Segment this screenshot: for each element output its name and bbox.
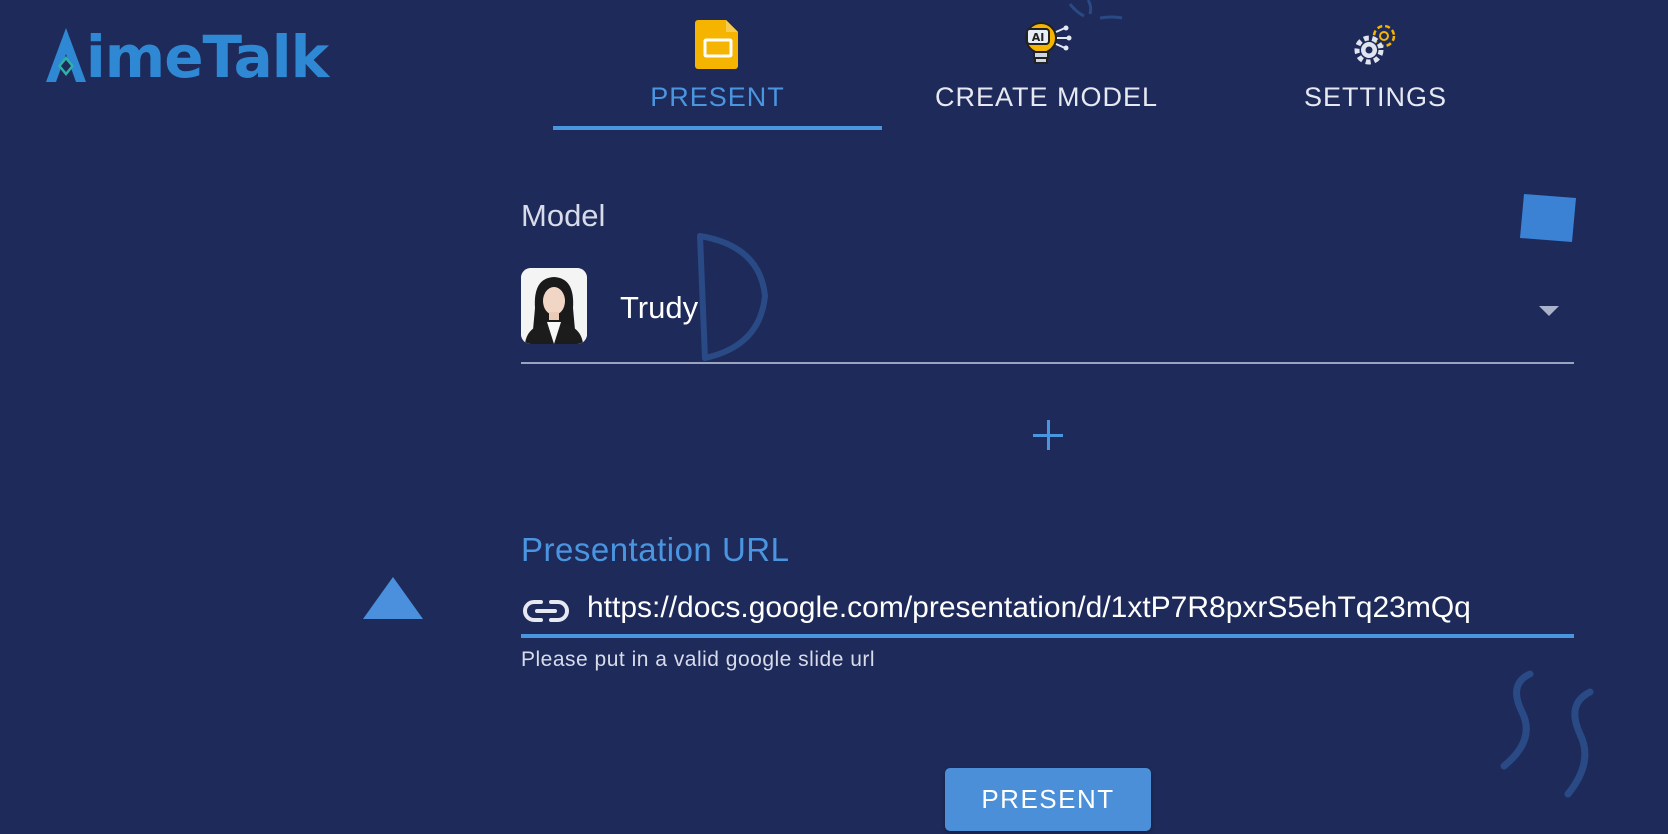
tab-create-model-label: CREATE MODEL bbox=[934, 82, 1159, 112]
presentation-url-input[interactable] bbox=[587, 586, 1574, 630]
model-select[interactable]: Trudy bbox=[521, 266, 1574, 364]
slides-icon bbox=[694, 20, 738, 69]
model-avatar bbox=[521, 268, 587, 344]
presentation-url-label: Presentation URL bbox=[521, 531, 790, 568]
decorative-square-shape bbox=[1520, 194, 1576, 242]
selected-model-name: Trudy bbox=[620, 290, 699, 325]
url-field-underline bbox=[521, 634, 1574, 638]
presentation-url-field[interactable] bbox=[521, 586, 1574, 638]
chevron-down-icon[interactable] bbox=[1539, 306, 1559, 316]
decorative-sparkle-icon bbox=[1068, 0, 1123, 20]
model-label: Model bbox=[521, 198, 606, 233]
active-tab-indicator bbox=[553, 126, 882, 130]
decorative-squiggle-shape bbox=[1500, 670, 1594, 798]
logo-a-mark-icon bbox=[46, 28, 86, 82]
tab-present-label: PRESENT bbox=[650, 82, 785, 112]
model-select-underline bbox=[521, 362, 1574, 364]
tab-create-model[interactable]: AI CREATE MODEL bbox=[882, 0, 1211, 134]
gears-icon bbox=[1354, 24, 1395, 65]
tab-present[interactable]: PRESENT bbox=[553, 0, 882, 134]
tab-settings[interactable]: SETTINGS bbox=[1211, 0, 1540, 134]
url-helper-text: Please put in a valid google slide url bbox=[521, 648, 876, 671]
svg-text:AI: AI bbox=[1031, 31, 1044, 44]
tab-settings-label: SETTINGS bbox=[1303, 82, 1447, 112]
link-icon bbox=[523, 600, 569, 622]
main-tabs: PRESENT AI CREATE MODEL SETTINGS bbox=[553, 0, 1543, 134]
add-model-button[interactable] bbox=[1030, 415, 1066, 455]
present-button[interactable]: PRESENT bbox=[945, 768, 1151, 831]
decorative-triangle-shape bbox=[363, 577, 423, 619]
app-logo: AimeTalk bbox=[42, 22, 342, 92]
